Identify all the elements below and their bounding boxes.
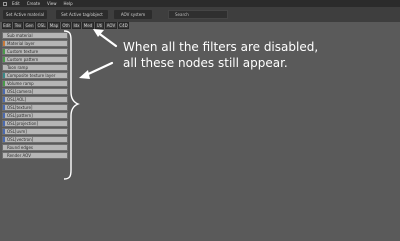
node-label: Composite texture layer	[7, 73, 56, 78]
node-label: Sub material	[7, 33, 33, 38]
node-label: OSL[texture]	[7, 105, 33, 110]
node-color-swatch	[3, 73, 5, 78]
tab-med[interactable]: Med	[82, 22, 94, 29]
node-toon-ramp[interactable]: Toon ramp	[2, 64, 68, 71]
tab-c4d[interactable]: C4D	[118, 22, 129, 29]
node-osl-texture[interactable]: OSL[texture]	[2, 104, 68, 111]
node-list: Sub material Material layer Custom textu…	[2, 32, 68, 160]
menu-create[interactable]: Create	[27, 0, 40, 7]
menu-help[interactable]: Help	[64, 0, 73, 7]
filter-tab-bar: Edit Tex Gen OSL Map Oth Idx Med Uti AOV…	[2, 22, 130, 30]
node-osl-aol[interactable]: OSL[AOL]	[2, 96, 68, 103]
node-label: Material layer	[7, 41, 35, 46]
toolbar: Set Active material Set Active tag/objec…	[0, 7, 400, 22]
node-label: OSL[pattern]	[7, 113, 33, 118]
node-volume-ramp[interactable]: Volume ramp	[2, 80, 68, 87]
node-color-swatch	[3, 49, 5, 54]
node-color-swatch	[3, 113, 5, 118]
tab-oth[interactable]: Oth	[61, 22, 71, 29]
node-color-swatch	[3, 137, 5, 142]
node-label: Render AOV	[7, 153, 31, 158]
node-osl-pattern[interactable]: OSL[pattern]	[2, 112, 68, 119]
node-color-swatch	[3, 129, 5, 134]
node-color-swatch	[3, 89, 5, 94]
node-color-swatch	[3, 97, 5, 102]
tab-gen[interactable]: Gen	[24, 22, 35, 29]
node-label: Volume ramp	[7, 81, 34, 86]
annotation-line-2: all these nodes still appear.	[123, 56, 288, 70]
node-round-edges[interactable]: Round edges	[2, 144, 68, 151]
menu-bar: Edit Create View Help	[0, 0, 400, 7]
arrow-to-tabs	[93, 29, 118, 48]
node-osl-vectron[interactable]: OSL[vectron]	[2, 136, 68, 143]
node-color-swatch	[3, 145, 5, 150]
node-color-swatch	[3, 81, 5, 86]
node-color-swatch	[3, 105, 5, 110]
set-active-tag-object-button[interactable]: Set Active tag/object	[56, 10, 108, 19]
node-color-swatch	[3, 153, 5, 158]
node-color-swatch	[3, 41, 5, 46]
node-label: Toon ramp	[7, 65, 28, 70]
menu-edit[interactable]: Edit	[12, 0, 20, 7]
tab-uti[interactable]: Uti	[95, 22, 104, 29]
node-label: OSL[uvm]	[7, 129, 27, 134]
node-render-aov[interactable]: Render AOV	[2, 152, 68, 159]
node-osl-uvm[interactable]: OSL[uvm]	[2, 128, 68, 135]
arrow-to-nodes	[79, 61, 114, 79]
tab-map[interactable]: Map	[48, 22, 60, 29]
menu-view[interactable]: View	[47, 0, 57, 7]
tab-osl[interactable]: OSL	[36, 22, 47, 29]
tab-tex[interactable]: Tex	[13, 22, 23, 29]
node-custom-pattern[interactable]: Custom pattern	[2, 56, 68, 63]
aov-system-button[interactable]: AOV system	[114, 10, 152, 19]
node-label: OSL[projection]	[7, 121, 39, 126]
node-label: OSL[AOL]	[7, 97, 27, 102]
annotation-line-1: When all the filters are disabled,	[123, 40, 319, 54]
node-label: OSL[vectron]	[7, 137, 34, 142]
tab-aov[interactable]: AOV	[105, 22, 117, 29]
node-label: Custom texture	[7, 49, 39, 54]
node-label: Round edges	[7, 145, 34, 150]
node-material-layer[interactable]: Material layer	[2, 40, 68, 47]
tab-idx[interactable]: Idx	[72, 22, 81, 29]
node-label: Custom pattern	[7, 57, 39, 62]
tab-edit[interactable]: Edit	[2, 22, 12, 29]
window-icon	[3, 1, 7, 6]
node-color-swatch	[3, 121, 5, 126]
node-sub-material[interactable]: Sub material	[2, 32, 68, 39]
node-color-swatch	[3, 33, 5, 38]
node-osl-camera[interactable]: OSL[camera]	[2, 88, 68, 95]
search-input[interactable]: Search	[168, 10, 228, 19]
node-color-swatch	[3, 65, 5, 70]
node-color-swatch	[3, 57, 5, 62]
node-custom-texture[interactable]: Custom texture	[2, 48, 68, 55]
set-active-material-button[interactable]: Set Active material	[3, 10, 47, 19]
node-label: OSL[camera]	[7, 89, 34, 94]
node-composite-texture-layer[interactable]: Composite texture layer	[2, 72, 68, 79]
node-osl-projection[interactable]: OSL[projection]	[2, 120, 68, 127]
